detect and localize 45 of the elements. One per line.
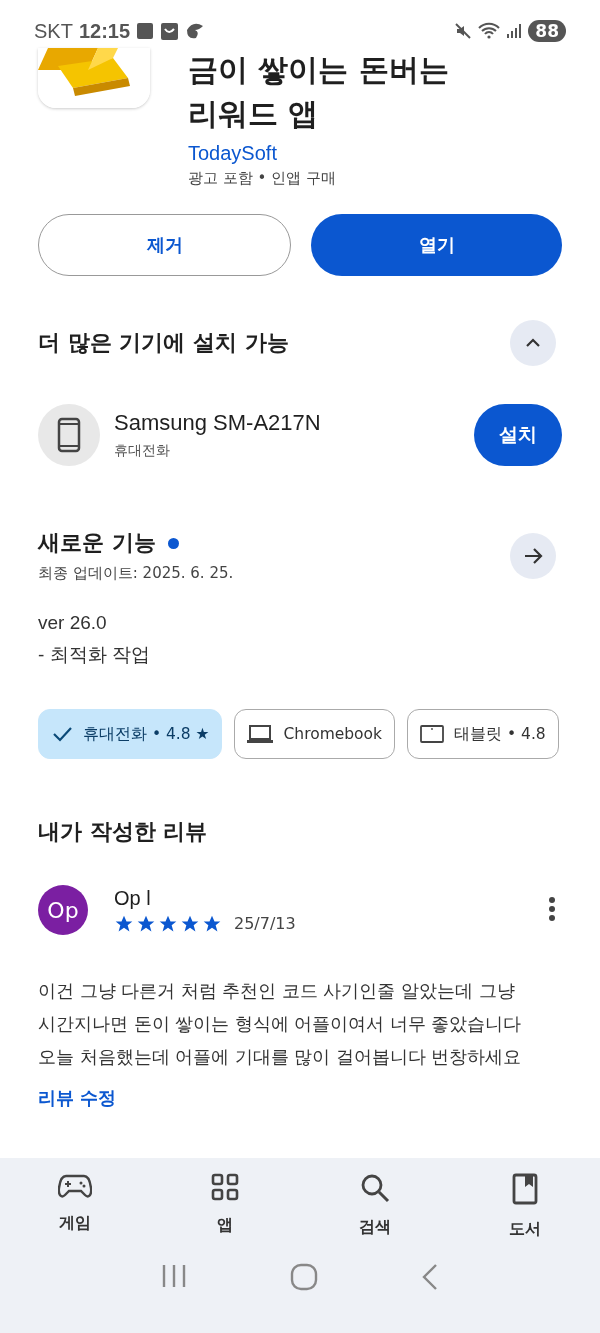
app-notes: 광고 포함 • 인앱 구매 xyxy=(188,169,337,188)
open-button[interactable]: 열기 xyxy=(311,214,562,276)
laptop-icon xyxy=(247,724,274,744)
review-date: 25/7/13 xyxy=(234,914,296,933)
shopping-bag-icon xyxy=(160,20,180,42)
wifi-icon xyxy=(478,22,501,40)
release-note: ver 26.0 xyxy=(38,611,108,635)
developer-link[interactable]: TodaySoft xyxy=(188,142,488,165)
avatar: Op xyxy=(38,885,88,935)
release-note: - 최적화 작업 xyxy=(38,643,151,667)
device-notification-icon xyxy=(136,20,155,42)
device-chip[interactable]: 태블릿 • 4.8 xyxy=(407,709,559,759)
install-button[interactable]: 설치 xyxy=(474,404,562,466)
device-type: 휴대전화 xyxy=(114,442,171,460)
carrier: SKT xyxy=(34,19,73,43)
device-chip[interactable]: 휴대전화 • 4.8 ★ xyxy=(38,709,223,759)
device-chip[interactable]: Chromebook xyxy=(234,709,396,759)
clock: 12:15 xyxy=(78,19,131,43)
uninstall-button[interactable]: 제거 xyxy=(38,214,291,276)
home-icon[interactable] xyxy=(290,1263,318,1291)
nav-tab[interactable]: 게임 xyxy=(0,1172,150,1241)
back-icon[interactable] xyxy=(420,1263,439,1291)
device-name: Samsung SM-A217N xyxy=(114,410,322,436)
arrow-button[interactable] xyxy=(510,532,556,579)
nav-tab[interactable]: 도서 xyxy=(450,1172,600,1241)
section-title: 내가 작성한 리뷰 xyxy=(37,818,209,846)
mute-icon xyxy=(454,22,473,40)
signal-icon xyxy=(506,23,523,39)
new-dot-icon xyxy=(167,537,179,549)
apps-grid-icon xyxy=(211,1173,239,1201)
section-title: 더 많은 기기에 설치 가능 xyxy=(38,329,289,357)
section-title: 새로운 기능 xyxy=(38,529,156,557)
gamepad-icon xyxy=(58,1173,92,1199)
battery-level: 88 xyxy=(528,20,566,42)
book-icon xyxy=(512,1173,538,1205)
nav-tab[interactable]: 앱 xyxy=(150,1172,300,1241)
app-title: 금이 쌓이는 돈버는 리워드 앱 xyxy=(188,51,450,133)
search-icon xyxy=(360,1173,390,1203)
recent-apps-icon[interactable] xyxy=(161,1263,188,1289)
update-date: 최종 업데이트: 2025. 6. 25. xyxy=(38,564,234,583)
tablet-icon xyxy=(420,724,445,744)
edit-review-link[interactable]: 리뷰 수정 xyxy=(38,1086,117,1110)
nav-tab[interactable]: 검색 xyxy=(300,1172,450,1241)
review-text: 이건 그냥 다른거 처럼 추천인 코드 사기인줄 알았는데 그냥 시간지나면 돈이 쌓이는 형식에 어플이여서 너무 좋았습니다 오늘 처음했는데 어플에 기대를 많이 걸어봅니다 번창하세요 xyxy=(37,980,523,1069)
review-author: Op l xyxy=(114,886,152,910)
